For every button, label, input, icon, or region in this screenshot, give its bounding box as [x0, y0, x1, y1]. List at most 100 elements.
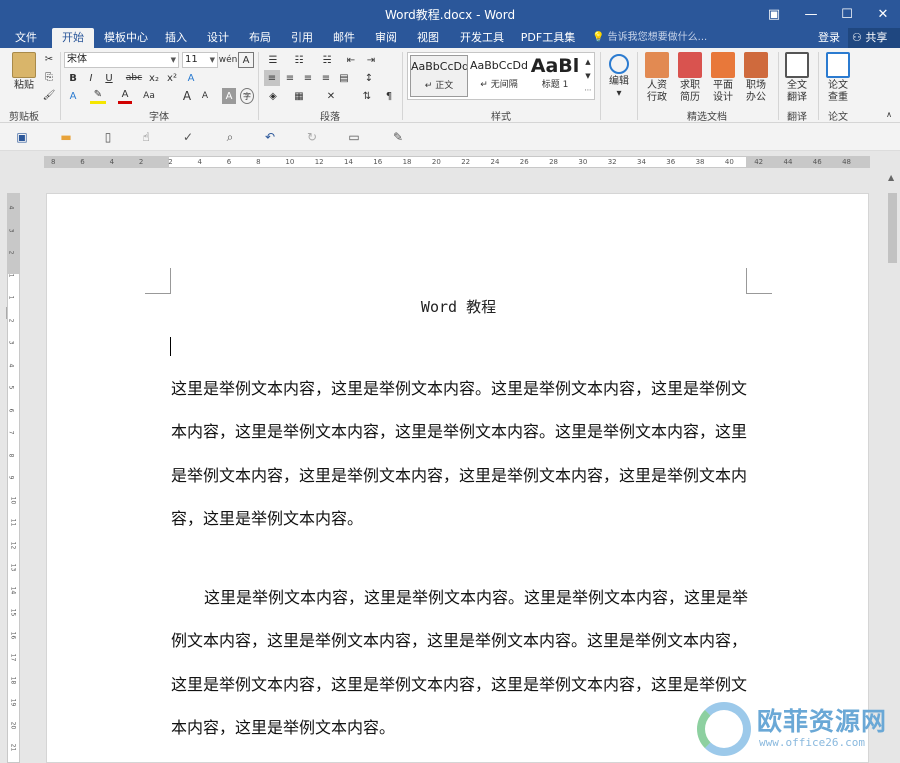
briefcase-icon — [744, 52, 768, 78]
tab-mailings[interactable]: 邮件 — [326, 28, 362, 48]
resume-icon — [678, 52, 702, 78]
tab-developer[interactable]: 开发工具 — [454, 28, 510, 48]
multilevel-list-icon[interactable]: ☵ — [318, 52, 336, 68]
tab-review[interactable]: 审阅 — [368, 28, 404, 48]
tab-references[interactable]: 引用 — [284, 28, 320, 48]
cut-icon[interactable]: ✂ — [42, 52, 56, 66]
justify-icon[interactable]: ≡ — [318, 70, 334, 86]
tab-home[interactable]: 开始 — [52, 28, 94, 48]
underline-button[interactable]: U — [102, 70, 116, 86]
style-no-spacing[interactable]: AaBbCcDd ↵ 无间隔 — [470, 55, 528, 97]
subscript-button[interactable]: x₂ — [146, 70, 162, 86]
styles-scroll-up-icon[interactable]: ▲ — [582, 55, 594, 69]
shading-icon[interactable]: ◈ — [264, 88, 282, 104]
numbering-icon[interactable]: ☷ — [290, 52, 308, 68]
share-button[interactable]: ⚇ 共享 — [848, 28, 900, 48]
strikethrough-button[interactable]: abc — [124, 70, 144, 86]
scroll-thumb[interactable] — [888, 193, 897, 263]
editing-button[interactable]: 编辑 ▾ — [601, 52, 637, 100]
tab-design[interactable]: 设计 — [200, 28, 236, 48]
style-normal[interactable]: AaBbCcDd ↵ 正文 — [410, 55, 468, 97]
tell-me-box[interactable]: 💡 告诉我您想要做什么... — [592, 28, 707, 48]
font-size-select[interactable]: 11 ▼ — [182, 52, 218, 68]
text-effects-button[interactable]: A — [184, 70, 198, 86]
ruler-tick-label: 46 — [812, 158, 822, 166]
italic-button[interactable]: I — [84, 70, 98, 86]
hr-admin-button[interactable]: 人资 行政 — [639, 52, 675, 104]
office-work-button[interactable]: 职场 办公 — [738, 52, 774, 104]
screen-icon[interactable]: ▭ — [346, 129, 362, 145]
tab-view[interactable]: 视图 — [410, 28, 446, 48]
highlight-button[interactable]: ✎ — [90, 88, 106, 104]
tab-file[interactable]: 文件 — [8, 28, 44, 48]
resume-button[interactable]: 求职 简历 — [672, 52, 708, 104]
font-color-button[interactable]: A — [118, 88, 132, 104]
redo-icon[interactable]: ↻ — [304, 129, 320, 145]
person-icon: ⚇ — [852, 31, 862, 44]
superscript-button[interactable]: x² — [164, 70, 180, 86]
close-button[interactable]: ✕ — [866, 0, 900, 28]
sort-icon[interactable]: ⇅ — [358, 88, 376, 104]
paste-button[interactable]: 粘贴 — [6, 52, 42, 92]
change-case-button[interactable]: Aa — [140, 88, 158, 104]
spelling-icon[interactable]: ✓ — [180, 129, 196, 145]
tab-templates[interactable]: 模板中心 — [98, 28, 154, 48]
ruler-tick-label: 8 — [51, 158, 56, 166]
undo-icon[interactable]: ↶ — [262, 129, 278, 145]
increase-indent-icon[interactable]: ⇥ — [362, 52, 380, 68]
full-translate-button[interactable]: 全文 翻译 — [779, 52, 815, 104]
align-center-icon[interactable]: ≡ — [282, 70, 298, 86]
print-preview-icon[interactable]: ⌕ — [222, 129, 238, 145]
styles-more-icon[interactable]: ⋯ — [582, 83, 594, 97]
style-heading-1[interactable]: AaBl 标题 1 — [530, 55, 580, 97]
ruler-tick-label: 18 — [9, 676, 17, 684]
bold-button[interactable]: B — [66, 70, 80, 86]
open-icon[interactable]: ▬ — [58, 129, 74, 145]
tab-layout[interactable]: 布局 — [242, 28, 278, 48]
minimize-button[interactable]: — — [794, 0, 828, 28]
graphic-design-button[interactable]: 平面 设计 — [705, 52, 741, 104]
ribbon-display-options-button[interactable]: ▣ — [757, 0, 791, 28]
text-cursor — [170, 337, 171, 356]
edit-icon[interactable]: ✎ — [390, 129, 406, 145]
new-icon[interactable]: ▯ — [100, 129, 116, 145]
tab-pdf-tools[interactable]: PDF工具集 — [516, 28, 580, 48]
translate-group-label: 翻译 — [787, 112, 807, 123]
character-border-icon[interactable]: A — [238, 52, 254, 68]
tab-insert[interactable]: 插入 — [158, 28, 194, 48]
styles-scroll-down-icon[interactable]: ▼ — [582, 69, 594, 83]
bullets-icon[interactable]: ☰ — [264, 52, 282, 68]
login-link[interactable]: 登录 — [818, 28, 840, 48]
character-shading-button[interactable]: A — [222, 88, 236, 104]
line-spacing-icon[interactable]: ↕ — [360, 70, 378, 86]
align-left-icon[interactable]: ≡ — [264, 70, 280, 86]
ribbon-home: 粘贴 ✂ ⎘ 🖌 剪贴板 宋体 ▼ 11 ▼ wén A B I U abc x₂ … — [0, 48, 900, 123]
vertical-scrollbar[interactable]: ▲ — [885, 173, 900, 763]
save-icon[interactable]: ▣ — [14, 129, 30, 145]
maximize-button[interactable]: ☐ — [830, 0, 864, 28]
copy-icon[interactable]: ⎘ — [42, 70, 56, 84]
borders-icon[interactable]: ▦ — [290, 88, 308, 104]
grow-font-button[interactable]: A — [180, 88, 194, 104]
thesis-check-button[interactable]: 论文 查重 — [820, 52, 856, 104]
ruler-tick-label: 26 — [519, 158, 529, 166]
align-right-icon[interactable]: ≡ — [300, 70, 316, 86]
show-marks-icon[interactable]: ¶ — [380, 88, 398, 104]
format-painter-icon[interactable]: 🖌 — [42, 88, 56, 102]
collapse-ribbon-icon[interactable]: ∧ — [882, 108, 896, 120]
scroll-up-icon[interactable]: ▲ — [888, 173, 894, 182]
enclose-characters-icon[interactable]: 字 — [240, 88, 254, 104]
asian-layout-icon[interactable]: ✕ — [322, 88, 340, 104]
decrease-indent-icon[interactable]: ⇤ — [342, 52, 360, 68]
touch-mode-icon[interactable]: ☝ — [138, 129, 154, 145]
font-name-select[interactable]: 宋体 ▼ — [64, 52, 179, 68]
distributed-icon[interactable]: ▤ — [336, 70, 352, 86]
chinese-layout-icon[interactable]: wén — [219, 52, 238, 68]
vertical-ruler[interactable]: 4 3 2 1 1 2 3 4 5 6 7 8 9 10 11 12 13 14 15 16 17 18 19 20 21 — [7, 193, 20, 763]
ruler-tick-label: 2 — [168, 158, 173, 166]
horizontal-ruler[interactable]: 8 6 4 2 2 4 6 8 10 12 14 16 18 20 22 24 26 28 30 32 34 36 38 40… — [44, 156, 870, 168]
shrink-font-button[interactable]: A — [198, 88, 212, 104]
ruler-tick-label: 16 — [373, 158, 383, 166]
document-page[interactable]: Word 教程 这里是举例文本内容，这里是举例文本内容。这里是举例文本内容，这里… — [46, 193, 869, 763]
text-effects-button-2[interactable]: A — [66, 88, 80, 104]
